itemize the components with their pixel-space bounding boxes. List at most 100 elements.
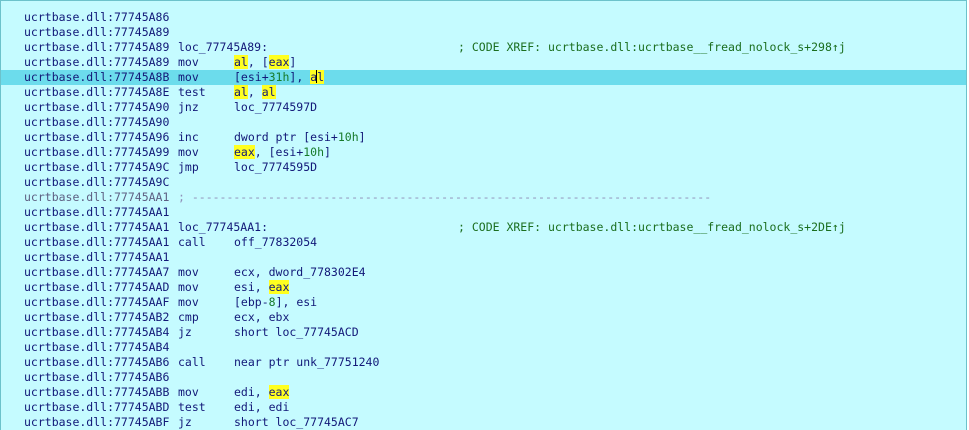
line-address[interactable]: ucrtbase.dll:77745AA1 [24, 250, 169, 265]
line-address[interactable]: ucrtbase.dll:77745A9C [24, 160, 169, 175]
listing-line[interactable]: ucrtbase.dll:77745A99 mov eax, [esi+10h] [1, 145, 966, 160]
instruction-mnemonic[interactable]: mov [178, 265, 199, 280]
highlighted-register[interactable]: eax [268, 280, 290, 294]
instruction-mnemonic[interactable]: mov [178, 295, 199, 310]
line-address[interactable]: ucrtbase.dll:77745ABF [24, 415, 169, 430]
line-address[interactable]: ucrtbase.dll:77745AA1 [24, 190, 169, 205]
instruction-mnemonic[interactable]: mov [178, 280, 199, 295]
instruction-mnemonic[interactable]: call [178, 235, 206, 250]
code-label[interactable]: loc_77745A89: [178, 40, 268, 55]
instruction-mnemonic[interactable]: test [178, 85, 206, 100]
line-address[interactable]: ucrtbase.dll:77745A90 [24, 115, 169, 130]
line-address[interactable]: ucrtbase.dll:77745A89 [24, 25, 169, 40]
highlighted-register[interactable]: al [261, 85, 276, 99]
instruction-operands[interactable]: al, [eax] [234, 55, 296, 70]
line-address[interactable]: ucrtbase.dll:77745A8B [24, 70, 169, 85]
instruction-mnemonic[interactable]: cmp [178, 310, 199, 325]
instruction-operands[interactable]: esi, eax [234, 280, 290, 295]
listing-line[interactable]: ucrtbase.dll:77745A90 jnz loc_7774597D [1, 100, 966, 115]
line-address[interactable]: ucrtbase.dll:77745AA1 [24, 220, 169, 235]
line-address[interactable]: ucrtbase.dll:77745ABD [24, 400, 169, 415]
listing-line-selected[interactable]: ucrtbase.dll:77745A8B mov [esi+31h], al [1, 70, 966, 85]
highlighted-register[interactable]: l [317, 70, 325, 84]
listing-line[interactable]: ucrtbase.dll:77745AB4 [1, 340, 966, 355]
listing-line[interactable]: ucrtbase.dll:77745A96 inc dword ptr [esi+1… [1, 130, 966, 145]
code-label[interactable]: loc_77745AA1: [178, 220, 268, 235]
instruction-mnemonic[interactable]: mov [178, 55, 199, 70]
line-address[interactable]: ucrtbase.dll:77745A8E [24, 85, 169, 100]
line-address[interactable]: ucrtbase.dll:77745A89 [24, 40, 169, 55]
listing-line[interactable]: ucrtbase.dll:77745A86 [1, 10, 966, 25]
line-address[interactable]: ucrtbase.dll:77745AB6 [24, 370, 169, 385]
xref-comment[interactable]: ; CODE XREF: ucrtbase.dll:ucrtbase__frea… [458, 220, 846, 235]
xref-comment[interactable]: ; CODE XREF: ucrtbase.dll:ucrtbase__frea… [458, 40, 846, 55]
listing-line[interactable]: ucrtbase.dll:77745A8E test al, al [1, 85, 966, 100]
instruction-operands[interactable]: short loc_77745ACD [234, 325, 359, 340]
instruction-operands[interactable]: edi, edi [234, 400, 289, 415]
instruction-mnemonic[interactable]: mov [178, 70, 199, 85]
instruction-operands[interactable]: [esi+31h], al [234, 70, 325, 85]
line-address[interactable]: ucrtbase.dll:77745A90 [24, 100, 169, 115]
highlighted-register[interactable]: eax [234, 145, 255, 159]
instruction-operands[interactable]: loc_7774597D [234, 100, 317, 115]
instruction-operands[interactable]: eax, [esi+10h] [234, 145, 331, 160]
instruction-mnemonic[interactable]: jmp [178, 160, 199, 175]
instruction-operands[interactable]: loc_7774595D [234, 160, 317, 175]
instruction-mnemonic[interactable]: mov [178, 145, 199, 160]
listing-line[interactable]: ucrtbase.dll:77745AB2 cmp ecx, ebx [1, 310, 966, 325]
instruction-mnemonic[interactable]: test [178, 400, 206, 415]
instruction-operands[interactable]: dword ptr [esi+10h] [234, 130, 366, 145]
line-address[interactable]: ucrtbase.dll:77745AB4 [24, 325, 169, 340]
line-address[interactable]: ucrtbase.dll:77745AA7 [24, 265, 169, 280]
highlighted-register[interactable]: eax [268, 55, 290, 69]
instruction-mnemonic[interactable]: jz [178, 415, 192, 430]
instruction-mnemonic[interactable]: mov [178, 385, 199, 400]
listing-line[interactable]: ucrtbase.dll:77745A9C jmp loc_7774595D [1, 160, 966, 175]
instruction-mnemonic[interactable]: call [178, 355, 206, 370]
listing-line[interactable]: ucrtbase.dll:77745AAF mov [ebp-8], esi [1, 295, 966, 310]
instruction-operands[interactable]: edi, eax [234, 385, 290, 400]
line-address[interactable]: ucrtbase.dll:77745AAD [24, 280, 169, 295]
instruction-operands[interactable]: near ptr unk_77751240 [234, 355, 379, 370]
listing-line[interactable]: ucrtbase.dll:77745A90 [1, 115, 966, 130]
listing-line[interactable]: ucrtbase.dll:77745AB6 call near ptr unk_77… [1, 355, 966, 370]
line-address[interactable]: ucrtbase.dll:77745A9C [24, 175, 169, 190]
listing-line[interactable]: ucrtbase.dll:77745A9C [1, 175, 966, 190]
line-address[interactable]: ucrtbase.dll:77745A89 [24, 55, 169, 70]
listing-line[interactable]: ucrtbase.dll:77745AA1 [1, 205, 966, 220]
listing-line[interactable]: ucrtbase.dll:77745AA1 call off_77832054 [1, 235, 966, 250]
instruction-operands[interactable]: al, al [234, 85, 276, 100]
instruction-operands[interactable]: [ebp-8], esi [234, 295, 317, 310]
listing-line[interactable]: ucrtbase.dll:77745AA1 [1, 250, 966, 265]
instruction-operands[interactable]: off_77832054 [234, 235, 317, 250]
line-address[interactable]: ucrtbase.dll:77745AAF [24, 295, 169, 310]
instruction-operands[interactable]: ecx, dword_778302E4 [234, 265, 366, 280]
line-address[interactable]: ucrtbase.dll:77745AA1 [24, 235, 169, 250]
instruction-operands[interactable]: ecx, ebx [234, 310, 289, 325]
listing-line[interactable]: ucrtbase.dll:77745AA1 loc_77745AA1: ; CODE… [1, 220, 966, 235]
line-address[interactable]: ucrtbase.dll:77745AB6 [24, 355, 169, 370]
listing-line[interactable]: ucrtbase.dll:77745AB4 jz short loc_77745AC… [1, 325, 966, 340]
listing-line[interactable]: ucrtbase.dll:77745ABD test edi, edi [1, 400, 966, 415]
listing-line[interactable]: ucrtbase.dll:77745ABF jz short loc_77745AC… [1, 415, 966, 430]
instruction-mnemonic[interactable]: inc [178, 130, 199, 145]
listing-line[interactable]: ucrtbase.dll:77745AA1 ; -----------------… [1, 190, 966, 205]
line-address[interactable]: ucrtbase.dll:77745AA1 [24, 205, 169, 220]
disassembly-view[interactable]: ucrtbase.dll:77745A86 ucrtbase.dll:77745A… [0, 0, 967, 430]
listing-line[interactable]: ucrtbase.dll:77745AA7 mov ecx, dword_77830… [1, 265, 966, 280]
highlighted-register[interactable]: al [234, 85, 248, 99]
highlighted-register[interactable]: eax [268, 385, 290, 399]
listing-line[interactable]: ucrtbase.dll:77745ABB mov edi, eax [1, 385, 966, 400]
instruction-mnemonic[interactable]: jz [178, 325, 192, 340]
listing-line[interactable]: ucrtbase.dll:77745A89 [1, 25, 966, 40]
line-address[interactable]: ucrtbase.dll:77745ABB [24, 385, 169, 400]
listing-line[interactable]: ucrtbase.dll:77745A89 mov al, [eax] [1, 55, 966, 70]
line-address[interactable]: ucrtbase.dll:77745A99 [24, 145, 169, 160]
line-address[interactable]: ucrtbase.dll:77745AB4 [24, 340, 169, 355]
line-address[interactable]: ucrtbase.dll:77745A86 [24, 10, 169, 25]
listing-line[interactable]: ucrtbase.dll:77745AAD mov esi, eax [1, 280, 966, 295]
line-address[interactable]: ucrtbase.dll:77745A96 [24, 130, 169, 145]
line-address[interactable]: ucrtbase.dll:77745AB2 [24, 310, 169, 325]
instruction-mnemonic[interactable]: jnz [178, 100, 199, 115]
instruction-operands[interactable]: short loc_77745AC7 [234, 415, 359, 430]
